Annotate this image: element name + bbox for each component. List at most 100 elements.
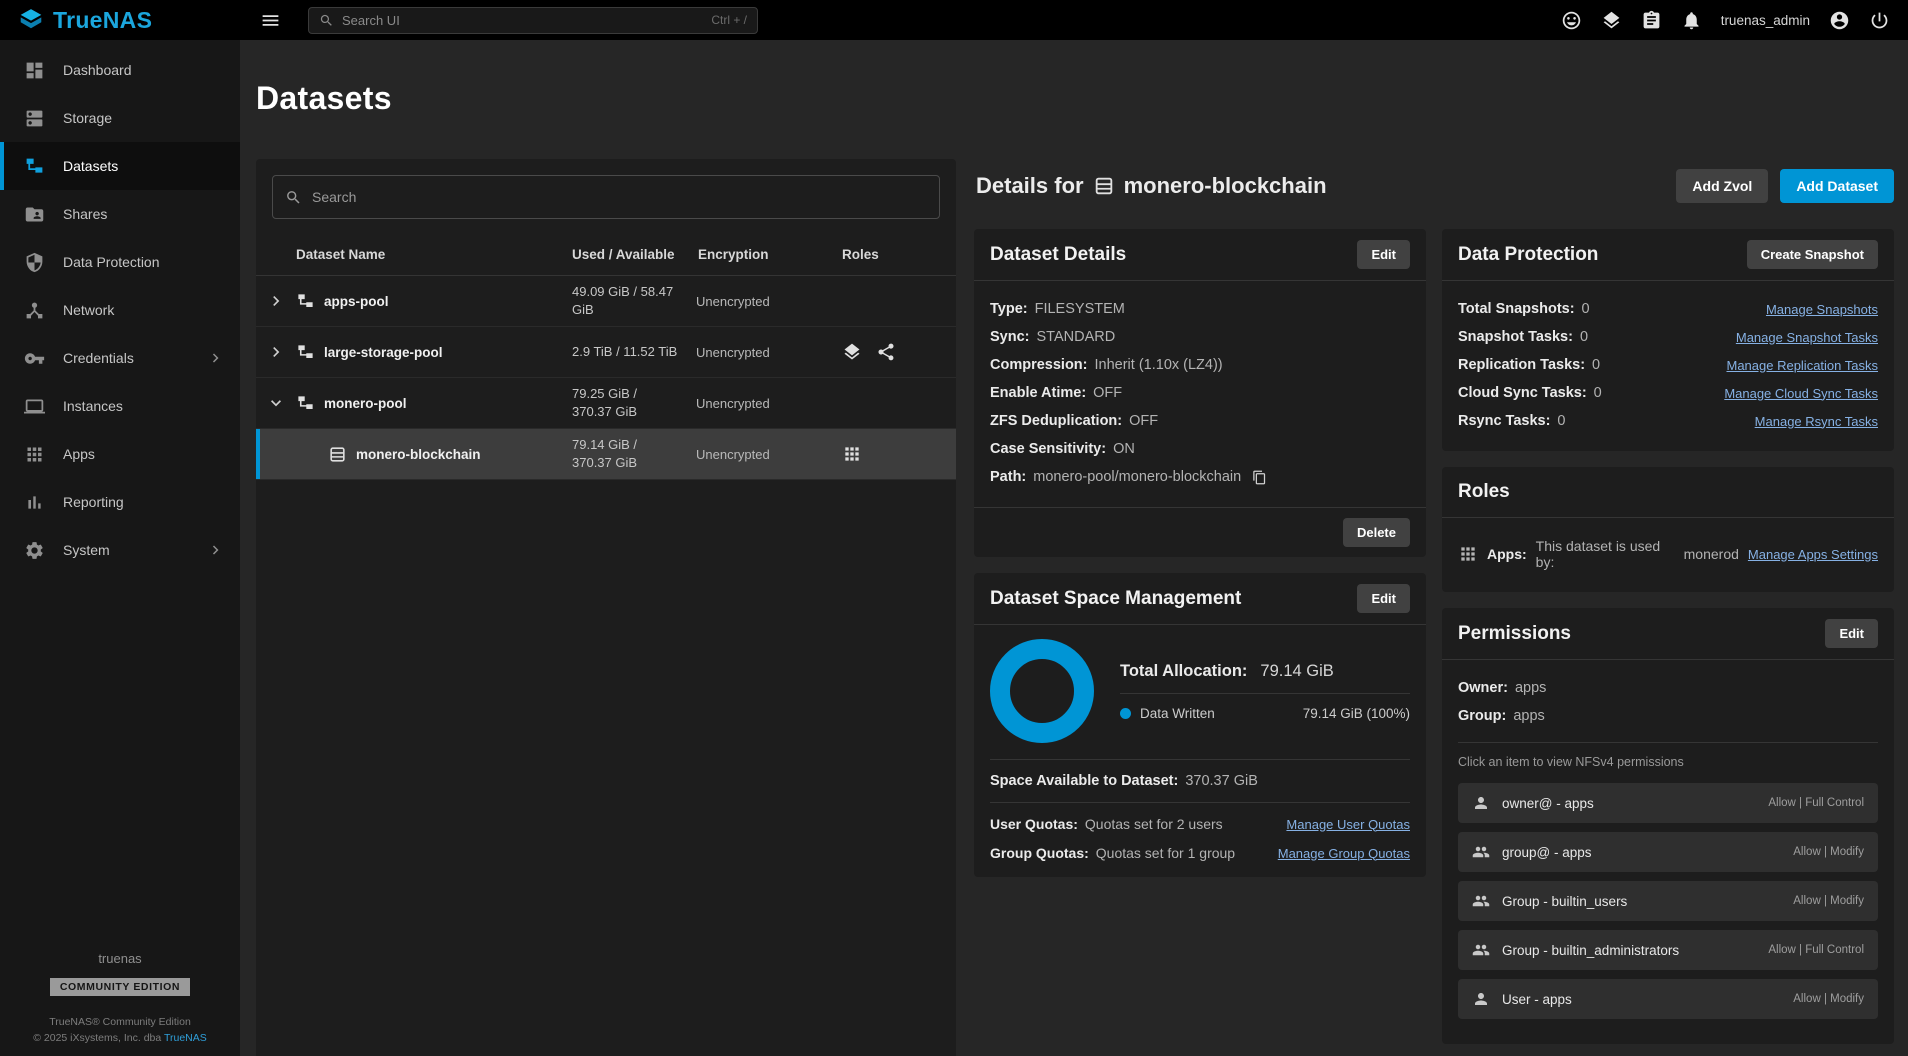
sidebar: Dashboard Storage Datasets Shares Data P… — [0, 40, 240, 1056]
share-icon — [876, 342, 896, 362]
search-shortcut-hint: Ctrl + / — [711, 13, 747, 27]
global-search-input[interactable] — [342, 13, 703, 28]
main-content: Datasets Dataset Name Used / Available E… — [240, 40, 1908, 1056]
manage-user-quotas-link[interactable]: Manage User Quotas — [1286, 817, 1410, 832]
layers-icon — [842, 342, 862, 362]
edit-space-button[interactable]: Edit — [1357, 584, 1410, 613]
truenas-logo-icon — [18, 7, 44, 33]
power-icon[interactable] — [1869, 10, 1890, 31]
menu-icon[interactable] — [260, 10, 281, 31]
brand-name: TrueNAS — [53, 7, 152, 34]
chevron-down-icon[interactable] — [256, 393, 296, 413]
sidebar-item-storage[interactable]: Storage — [0, 94, 240, 142]
manage-cloud-sync-tasks-link[interactable]: Manage Cloud Sync Tasks — [1724, 386, 1878, 401]
sidebar-item-apps[interactable]: Apps — [0, 430, 240, 478]
dataset-name: monero-blockchain — [356, 447, 481, 462]
truenas-footer-link[interactable]: TrueNAS — [164, 1032, 207, 1044]
card-title: Roles — [1458, 481, 1510, 503]
encryption-status: Unencrypted — [696, 345, 818, 360]
sidebar-item-network[interactable]: Network — [0, 286, 240, 334]
sidebar-item-data-protection[interactable]: Data Protection — [0, 238, 240, 286]
pool-icon — [296, 292, 315, 311]
add-dataset-button[interactable]: Add Dataset — [1780, 169, 1894, 203]
sidebar-item-credentials[interactable]: Credentials — [0, 334, 240, 382]
sidebar-item-label: Instances — [63, 398, 123, 414]
apps-icon — [1458, 544, 1478, 564]
storage-icon — [24, 108, 45, 129]
table-row[interactable]: apps-pool 49.09 GiB / 58.47 GiB Unencryp… — [256, 276, 956, 327]
dataset-search-input[interactable] — [312, 189, 927, 205]
card-title: Dataset Space Management — [990, 588, 1241, 610]
manage-apps-settings-link[interactable]: Manage Apps Settings — [1748, 547, 1878, 562]
chevron-right-icon[interactable] — [256, 342, 296, 362]
permission-item[interactable]: User - apps Allow | Modify — [1458, 979, 1878, 1019]
sidebar-item-label: Storage — [63, 110, 112, 126]
sidebar-item-datasets[interactable]: Datasets — [0, 142, 240, 190]
manage-rsync-tasks-link[interactable]: Manage Rsync Tasks — [1755, 414, 1878, 429]
delete-dataset-button[interactable]: Delete — [1343, 518, 1410, 547]
add-zvol-button[interactable]: Add Zvol — [1676, 169, 1768, 203]
truenas-logo[interactable]: TrueNAS — [0, 7, 240, 34]
account-icon[interactable] — [1829, 10, 1850, 31]
edit-permissions-button[interactable]: Edit — [1825, 619, 1878, 648]
permission-item[interactable]: Group - builtin_users Allow | Modify — [1458, 881, 1878, 921]
sidebar-item-system[interactable]: System — [0, 526, 240, 574]
permission-item[interactable]: owner@ - apps Allow | Full Control — [1458, 783, 1878, 823]
people-icon — [1472, 892, 1490, 910]
manage-replication-tasks-link[interactable]: Manage Replication Tasks — [1726, 358, 1878, 373]
edition-badge: COMMUNITY EDITION — [50, 978, 190, 996]
roles-card: Roles Apps: This dataset is used by: mon… — [1442, 467, 1894, 592]
edit-dataset-details-button[interactable]: Edit — [1357, 240, 1410, 269]
dataset-search[interactable] — [272, 175, 940, 219]
global-search[interactable]: Ctrl + / — [308, 7, 758, 34]
manage-snapshots-link[interactable]: Manage Snapshots — [1766, 302, 1878, 317]
details-panel: Details for monero-blockchain Add Zvol A… — [974, 159, 1894, 1056]
pool-icon — [296, 343, 315, 362]
sidebar-item-label: Shares — [63, 206, 107, 222]
create-snapshot-button[interactable]: Create Snapshot — [1747, 240, 1878, 269]
layers-icon[interactable] — [1601, 10, 1622, 31]
permission-item[interactable]: group@ - apps Allow | Modify — [1458, 832, 1878, 872]
manage-group-quotas-link[interactable]: Manage Group Quotas — [1278, 846, 1410, 861]
sidebar-item-label: Credentials — [63, 350, 134, 366]
sidebar-item-label: Reporting — [63, 494, 124, 510]
apps-icon — [842, 444, 862, 464]
table-row-selected[interactable]: monero-blockchain 79.14 GiB /370.37 GiB … — [256, 429, 956, 480]
sidebar-item-label: Data Protection — [63, 254, 160, 270]
legend-dot — [1120, 708, 1131, 719]
username[interactable]: truenas_admin — [1721, 13, 1810, 28]
topbar-actions: truenas_admin — [1561, 10, 1908, 31]
people-icon — [1472, 843, 1490, 861]
table-row[interactable]: monero-pool 79.25 GiB /370.37 GiB Unencr… — [256, 378, 956, 429]
sidebar-item-shares[interactable]: Shares — [0, 190, 240, 238]
col-dataset-name: Dataset Name — [296, 247, 572, 262]
app-name: monerod — [1684, 546, 1739, 562]
manage-snapshot-tasks-link[interactable]: Manage Snapshot Tasks — [1736, 330, 1878, 345]
card-title: Permissions — [1458, 623, 1571, 645]
card-title: Data Protection — [1458, 244, 1598, 266]
permissions-card: Permissions Edit Owner:apps Group:apps C… — [1442, 608, 1894, 1044]
search-icon — [319, 13, 334, 28]
apps-icon — [24, 444, 45, 465]
card-title: Dataset Details — [990, 244, 1126, 266]
table-row[interactable]: large-storage-pool 2.9 TiB / 11.52 TiB U… — [256, 327, 956, 378]
shares-icon — [24, 204, 45, 225]
jobs-clipboard-icon[interactable] — [1641, 10, 1662, 31]
sidebar-item-reporting[interactable]: Reporting — [0, 478, 240, 526]
dataset-name: large-storage-pool — [324, 345, 443, 360]
col-used-available: Used / Available — [572, 247, 696, 262]
alerts-bell-icon[interactable] — [1681, 10, 1702, 31]
feedback-smiley-icon[interactable] — [1561, 10, 1582, 31]
sidebar-item-instances[interactable]: Instances — [0, 382, 240, 430]
legend-value: 79.14 GiB (100%) — [1303, 706, 1410, 721]
sidebar-item-label: Apps — [63, 446, 95, 462]
copy-path-icon[interactable] — [1252, 470, 1267, 485]
encryption-status: Unencrypted — [696, 294, 818, 309]
person-icon — [1472, 794, 1490, 812]
chevron-right-icon[interactable] — [256, 291, 296, 311]
sidebar-item-dashboard[interactable]: Dashboard — [0, 46, 240, 94]
sidebar-item-label: Datasets — [63, 158, 118, 174]
permission-item[interactable]: Group - builtin_administrators Allow | F… — [1458, 930, 1878, 970]
selected-dataset-name: monero-blockchain — [1124, 173, 1327, 199]
encryption-status: Unencrypted — [696, 396, 818, 411]
